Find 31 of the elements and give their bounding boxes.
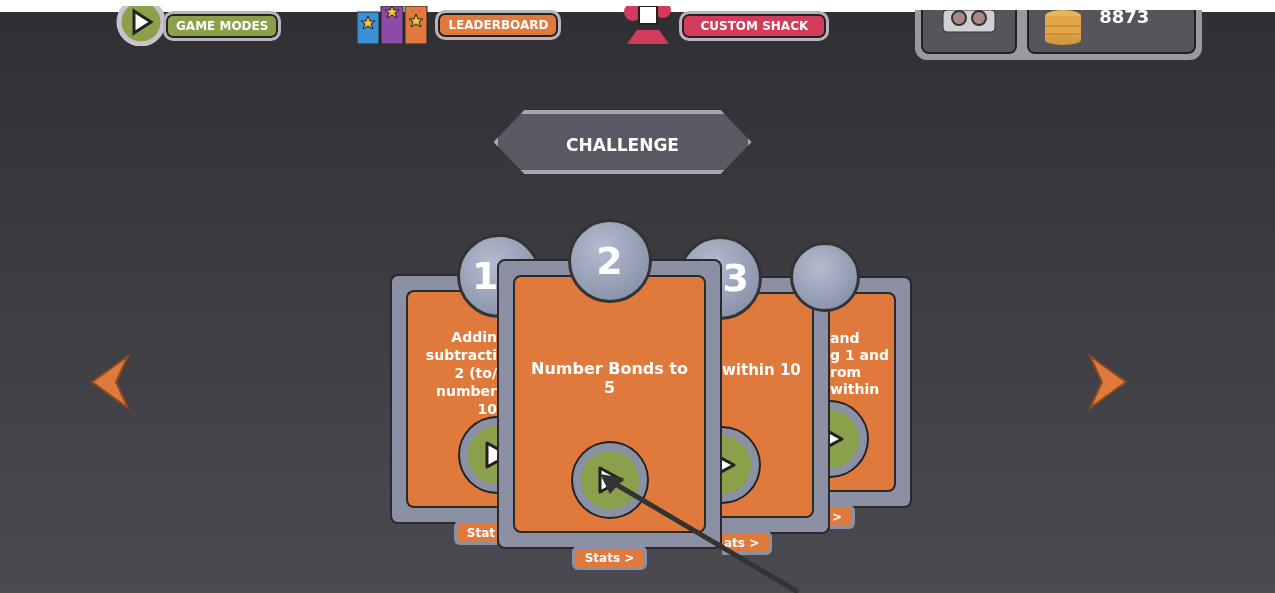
card-description: within [830,381,880,398]
challenge-card[interactable]: Addin subtracti 2 (to/ number 10 [406,290,497,508]
menu-button[interactable]: GAME MODES [163,11,282,41]
challenge-card[interactable]: within 10 [722,292,814,518]
challenge-card[interactable]: and g 1 and rom within [830,292,896,492]
card-description: rom [830,364,862,381]
stats-link[interactable]: Stat [453,521,497,545]
left-arrow-icon [90,354,130,410]
card-description: within 10 [722,362,801,379]
stats-link[interactable]: Stats > [571,546,648,570]
screen-title: CHALLENGE [493,110,752,174]
stats-link[interactable]: > [830,505,856,529]
coin-count: 8873 [1099,10,1150,24]
card-description: 2 (to/ [454,364,497,382]
card-description: Number Bonds to [531,359,688,378]
right-arrow-icon [1088,354,1128,410]
card-description: Addin [451,328,497,346]
card-description: number [436,382,497,400]
card-description: 5 [603,378,616,397]
card-description: and [830,330,860,347]
menu-button[interactable]: LEADERBOARD [435,10,562,40]
stats-link[interactable]: ats > [722,531,773,555]
number-badge: 2 [567,219,652,303]
coin-stack-icon [1043,10,1084,46]
avatar-tile[interactable] [921,10,1018,54]
card-description: subtracti [425,346,497,364]
play-icon [115,6,167,46]
card-description: g 1 and [830,347,889,364]
menu-button[interactable]: CUSTOM SHACK [679,11,830,41]
card-description: 10 [477,400,497,418]
challenge-card[interactable]: Number Bonds to 5 [513,275,706,533]
